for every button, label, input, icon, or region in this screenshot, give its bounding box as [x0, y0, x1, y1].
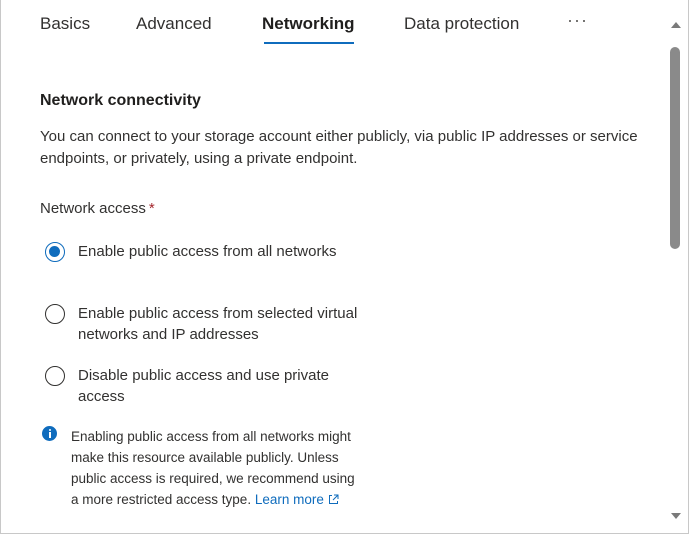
section-description: You can connect to your storage account …: [40, 128, 638, 167]
tab-data-protection[interactable]: Data protection: [404, 14, 519, 34]
radio-label-selected-networks: Enable public access from selected virtu…: [78, 305, 358, 343]
scrollbar-thumb[interactable]: [670, 47, 680, 249]
network-access-label: Network access *: [40, 200, 155, 217]
external-link-icon[interactable]: [328, 490, 339, 511]
section-title: Network connectivity: [40, 92, 201, 109]
tab-advanced[interactable]: Advanced: [136, 14, 212, 34]
tab-bar: Basics Advanced Networking Data protecti…: [1, 0, 663, 50]
info-icon: [42, 426, 57, 441]
more-tabs-button[interactable]: ···: [567, 10, 588, 31]
info-message: Enabling public access from all networks…: [71, 426, 361, 511]
radio-label-disable-public: Disable public access and use private ac…: [78, 367, 329, 405]
network-access-label-text: Network access: [40, 200, 146, 217]
scroll-down-arrow-icon[interactable]: [671, 513, 681, 519]
radio-label-all-networks: Enable public access from all networks: [78, 243, 337, 260]
create-storage-account-panel: Basics Advanced Networking Data protecti…: [0, 0, 689, 534]
tab-basics[interactable]: Basics: [40, 14, 90, 34]
tab-networking[interactable]: Networking: [262, 14, 355, 34]
required-marker: *: [148, 200, 155, 217]
active-tab-indicator: [264, 42, 354, 44]
radio-button-selected-networks[interactable]: [45, 304, 65, 324]
learn-more-link[interactable]: Learn more: [255, 492, 324, 507]
radio-button-all-networks[interactable]: [45, 242, 65, 262]
radio-button-disable-public[interactable]: [45, 366, 65, 386]
scroll-up-arrow-icon[interactable]: [671, 22, 681, 28]
